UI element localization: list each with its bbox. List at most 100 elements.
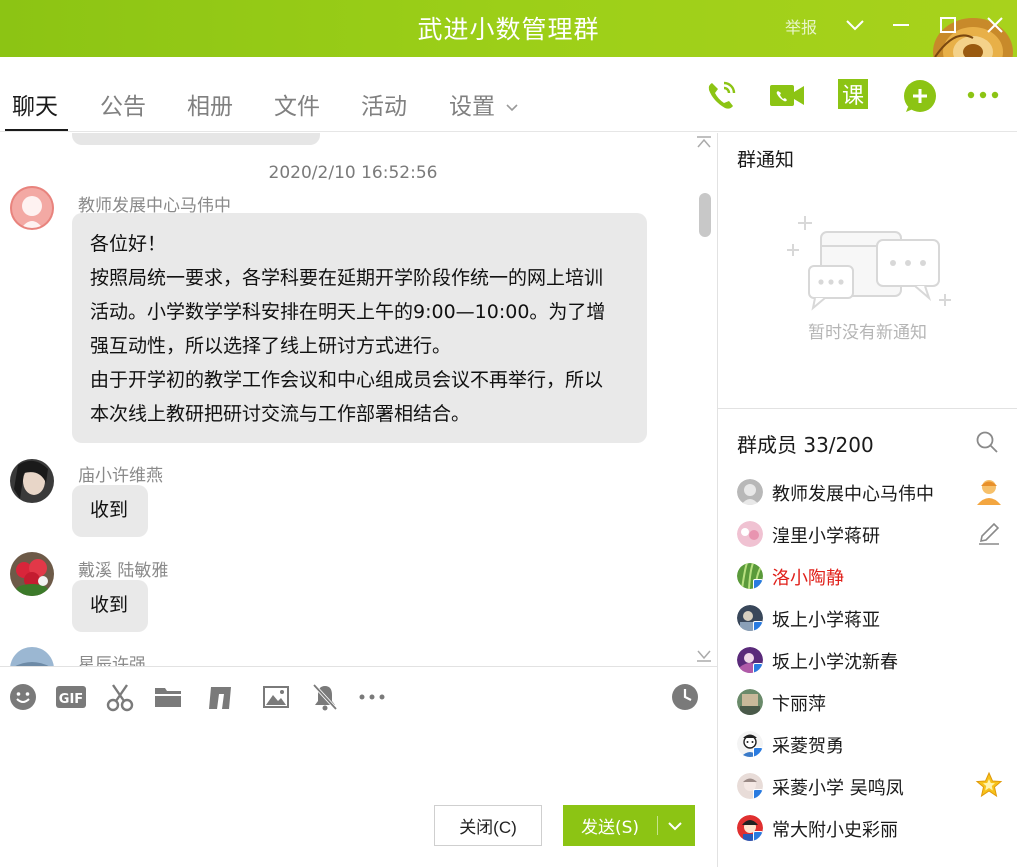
close-icon[interactable] (980, 10, 1010, 40)
chevron-down-icon[interactable] (840, 10, 870, 40)
minimize-icon[interactable] (886, 10, 916, 40)
member-item[interactable]: 教师发展中心马伟中 (737, 471, 1017, 513)
add-app-icon[interactable] (902, 77, 938, 113)
edit-icon[interactable] (975, 519, 1003, 547)
owner-icon (975, 477, 1003, 505)
member-name: 坂上小学蒋亚 (772, 610, 880, 631)
previous-message-bubble (72, 133, 320, 145)
more-icon[interactable] (357, 682, 387, 712)
search-icon[interactable] (975, 430, 999, 454)
message-line: 本次线上教研把研讨交流与工作部署相结合。 (90, 403, 471, 425)
gif-icon-label: GIF (59, 692, 83, 707)
member-name: 卞丽萍 (772, 694, 826, 715)
message-timestamp: 2020/2/10 16:52:56 (268, 163, 438, 183)
avatar (737, 479, 763, 505)
avatar (737, 647, 763, 673)
mobile-online-icon (753, 831, 763, 841)
mobile-online-icon (753, 747, 763, 757)
member-name: 教师发展中心马伟中 (772, 484, 934, 505)
side-panel-divider (717, 133, 718, 867)
send-button-label: 发送(S) (580, 818, 640, 838)
message-line: 由于开学初的教学工作会议和中心组成员会议不再举行，所以 (90, 369, 604, 391)
collapse-down-icon[interactable] (695, 649, 715, 663)
image-icon[interactable] (261, 682, 291, 712)
tab-bar: 聊天 公告 相册 文件 活动 设置 课 (0, 57, 1017, 132)
avatar[interactable] (10, 552, 54, 596)
avatar (737, 521, 763, 547)
member-item[interactable]: 采菱小学 吴鸣凤 (737, 765, 1017, 807)
more-icon[interactable] (965, 77, 1001, 113)
shake-icon[interactable]: ♫ (205, 682, 235, 712)
message-bubble[interactable]: 各位好！ 按照局统一要求，各学科要在延期开学阶段作统一的网上培训 活动。小学数学… (72, 213, 647, 443)
message-bubble[interactable]: 收到 (72, 485, 148, 537)
scissors-icon[interactable] (105, 682, 135, 712)
member-item[interactable]: 常大附小史彩丽 (737, 807, 1017, 849)
chat-message-list[interactable]: 2020/2/10 16:52:56 教师发展中心马伟中 各位好！ 按照局统一要… (0, 133, 717, 667)
message-input[interactable] (0, 718, 717, 798)
member-item[interactable]: 卞丽萍 (737, 681, 1017, 723)
chevron-down-icon[interactable] (665, 816, 685, 836)
emoji-icon[interactable] (8, 682, 38, 712)
avatar[interactable] (10, 459, 54, 503)
chevron-down-icon (506, 103, 518, 111)
avatar (737, 815, 763, 841)
avatar[interactable] (10, 647, 54, 667)
message-line: 各位好！ (90, 233, 167, 255)
message-line: 收到 (90, 594, 129, 616)
member-name: 常大附小史彩丽 (772, 820, 898, 841)
class-icon[interactable]: 课 (836, 77, 872, 113)
chat-input-divider (0, 666, 717, 667)
star-icon (975, 771, 1003, 799)
message-line: 收到 (90, 499, 129, 521)
member-name: 采菱贺勇 (772, 736, 844, 757)
maximize-icon[interactable] (933, 10, 963, 40)
member-name: 湟里小学蒋研 (772, 526, 880, 547)
message-line: 活动。小学数学学科安排在明天上午的9:00—10:00。为了增 (90, 301, 606, 323)
input-toolbar: GIF ♫ (0, 676, 717, 716)
history-clock-icon[interactable] (670, 682, 700, 712)
chat-scrollbar[interactable] (699, 193, 711, 237)
member-name: 洛小陶静 (772, 568, 844, 589)
message-bubble[interactable]: 收到 (72, 580, 148, 632)
send-button-separator (657, 816, 658, 835)
tab-activity[interactable]: 活动 (361, 87, 407, 121)
folder-icon[interactable] (153, 682, 183, 712)
avatar[interactable] (10, 186, 54, 230)
member-item[interactable]: 坂上小学蒋亚 (737, 597, 1017, 639)
members-divider (718, 408, 1017, 409)
tab-album[interactable]: 相册 (187, 87, 233, 121)
avatar (737, 689, 763, 715)
close-button[interactable]: 关闭(C) (434, 805, 542, 846)
member-name: 坂上小学沈新春 (772, 652, 898, 673)
avatar (737, 731, 763, 757)
title-bar: 武进小数管理群 举报 (0, 0, 1017, 57)
send-button[interactable]: 发送(S) (563, 805, 695, 846)
report-link[interactable]: 举报 (785, 14, 817, 38)
mobile-online-icon (753, 663, 763, 673)
message-sender: 星辰许强 (78, 655, 146, 667)
tab-chat[interactable]: 聊天 (12, 87, 58, 121)
mute-bell-icon[interactable] (310, 682, 340, 712)
active-tab-indicator (5, 129, 68, 131)
video-call-icon[interactable] (769, 77, 805, 113)
collapse-up-icon[interactable] (695, 135, 715, 149)
member-item[interactable]: 采菱贺勇 (737, 723, 1017, 765)
member-item[interactable]: 湟里小学蒋研 (737, 513, 1017, 555)
mobile-online-icon (753, 789, 763, 799)
notice-empty-text: 暂时没有新通知 (808, 323, 927, 343)
gif-icon[interactable]: GIF (55, 682, 87, 712)
member-item[interactable]: 坂上小学沈新春 (737, 639, 1017, 681)
member-name: 采菱小学 吴鸣凤 (772, 778, 904, 799)
phone-call-icon[interactable] (704, 77, 740, 113)
message-sender: 庙小许维燕 (78, 466, 163, 486)
member-item[interactable]: 洛小陶静 (737, 555, 1017, 597)
svg-text:课: 课 (842, 84, 864, 109)
message-line: 强互动性，所以选择了线上研讨方式进行。 (90, 335, 452, 357)
tab-settings[interactable]: 设置 (449, 87, 520, 121)
tab-announcement[interactable]: 公告 (100, 87, 146, 121)
message-sender: 戴溪 陆敏雅 (78, 561, 169, 581)
mobile-online-icon (753, 579, 763, 589)
avatar (737, 773, 763, 799)
mobile-online-icon (753, 621, 763, 631)
tab-files[interactable]: 文件 (274, 87, 320, 121)
